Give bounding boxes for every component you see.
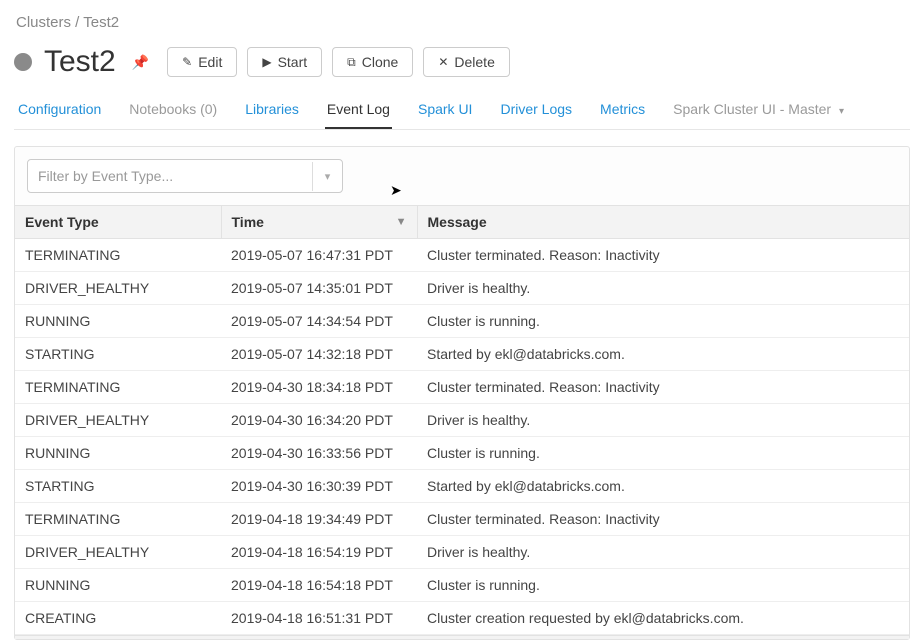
pin-icon[interactable]: 📌 bbox=[132, 54, 149, 71]
filter-bar: ▾ bbox=[15, 147, 909, 205]
tab-metrics[interactable]: Metrics bbox=[598, 93, 647, 129]
table-row[interactable]: STARTING2019-04-30 16:30:39 PDTStarted b… bbox=[15, 470, 909, 503]
tab-event-log[interactable]: Event Log bbox=[325, 93, 392, 129]
tab-spark-cluster-ui-label: Spark Cluster UI - Master bbox=[673, 101, 831, 117]
start-button[interactable]: ▶ Start bbox=[247, 47, 322, 77]
cell-message: Driver is healthy. bbox=[417, 404, 909, 437]
cell-type: STARTING bbox=[15, 338, 221, 371]
table-header-row: Event Type Time ▼ Message bbox=[15, 206, 909, 239]
cell-message: Driver is healthy. bbox=[417, 536, 909, 569]
cell-message: Cluster terminated. Reason: Inactivity bbox=[417, 239, 909, 272]
col-time[interactable]: Time ▼ bbox=[221, 206, 417, 239]
table-row[interactable]: RUNNING2019-05-07 14:34:54 PDTCluster is… bbox=[15, 305, 909, 338]
tab-spark-ui[interactable]: Spark UI bbox=[416, 93, 474, 129]
x-icon: ✕ bbox=[438, 55, 448, 69]
table-row[interactable]: DRIVER_HEALTHY2019-04-30 16:34:20 PDTDri… bbox=[15, 404, 909, 437]
cell-time: 2019-04-18 16:54:18 PDT bbox=[221, 569, 417, 602]
start-button-label: Start bbox=[278, 54, 308, 70]
delete-button[interactable]: ✕ Delete bbox=[423, 47, 510, 77]
cell-message: Driver is healthy. bbox=[417, 272, 909, 305]
table-row[interactable]: TERMINATING2019-04-18 19:34:49 PDTCluste… bbox=[15, 503, 909, 536]
tab-driver-logs[interactable]: Driver Logs bbox=[498, 93, 574, 129]
table-row[interactable]: DRIVER_HEALTHY2019-05-07 14:35:01 PDTDri… bbox=[15, 272, 909, 305]
cell-time: 2019-04-18 19:34:49 PDT bbox=[221, 503, 417, 536]
cell-type: CREATING bbox=[15, 602, 221, 635]
cluster-tabs: Configuration Notebooks (0) Libraries Ev… bbox=[14, 93, 910, 130]
cell-type: RUNNING bbox=[15, 569, 221, 602]
cell-time: 2019-04-30 16:30:39 PDT bbox=[221, 470, 417, 503]
cell-message: Cluster terminated. Reason: Inactivity bbox=[417, 503, 909, 536]
clone-icon: ⧉ bbox=[347, 55, 356, 70]
clone-button-label: Clone bbox=[362, 54, 399, 70]
table-row[interactable]: STARTING2019-05-07 14:32:18 PDTStarted b… bbox=[15, 338, 909, 371]
cell-message: Started by ekl@databricks.com. bbox=[417, 470, 909, 503]
tab-configuration[interactable]: Configuration bbox=[16, 93, 103, 129]
cell-type: TERMINATING bbox=[15, 503, 221, 536]
cell-time: 2019-04-30 16:34:20 PDT bbox=[221, 404, 417, 437]
table-row[interactable]: TERMINATING2019-04-30 18:34:18 PDTCluste… bbox=[15, 371, 909, 404]
tab-libraries[interactable]: Libraries bbox=[243, 93, 301, 129]
filter-event-type-select[interactable]: ▾ bbox=[27, 159, 343, 193]
cell-message: Cluster terminated. Reason: Inactivity bbox=[417, 371, 909, 404]
cell-type: STARTING bbox=[15, 470, 221, 503]
breadcrumb-sep: / bbox=[71, 14, 83, 31]
edit-button[interactable]: ✎ Edit bbox=[167, 47, 237, 77]
table-footer-strip bbox=[15, 635, 909, 639]
table-row[interactable]: RUNNING2019-04-18 16:54:18 PDTCluster is… bbox=[15, 569, 909, 602]
cell-message: Cluster is running. bbox=[417, 305, 909, 338]
cell-message: Cluster creation requested by ekl@databr… bbox=[417, 602, 909, 635]
cell-type: DRIVER_HEALTHY bbox=[15, 272, 221, 305]
table-row[interactable]: RUNNING2019-04-30 16:33:56 PDTCluster is… bbox=[15, 437, 909, 470]
col-event-type[interactable]: Event Type bbox=[15, 206, 221, 239]
event-log-panel: ▾ Event Type Time ▼ Message TERMINATING2… bbox=[14, 146, 910, 640]
table-row[interactable]: TERMINATING2019-05-07 16:47:31 PDTCluste… bbox=[15, 239, 909, 272]
cell-time: 2019-04-18 16:51:31 PDT bbox=[221, 602, 417, 635]
breadcrumb-root-link[interactable]: Clusters bbox=[16, 14, 71, 31]
title-row: Test2 📌 ✎ Edit ▶ Start ⧉ Clone ✕ Delete bbox=[14, 45, 910, 79]
cell-time: 2019-05-07 14:34:54 PDT bbox=[221, 305, 417, 338]
cell-message: Cluster is running. bbox=[417, 569, 909, 602]
filter-event-type-input[interactable] bbox=[28, 160, 312, 192]
cell-type: RUNNING bbox=[15, 437, 221, 470]
tab-notebooks[interactable]: Notebooks (0) bbox=[127, 93, 219, 129]
play-icon: ▶ bbox=[262, 55, 271, 69]
col-message[interactable]: Message bbox=[417, 206, 909, 239]
cell-message: Started by ekl@databricks.com. bbox=[417, 338, 909, 371]
breadcrumb: Clusters / Test2 bbox=[16, 14, 910, 31]
cell-type: TERMINATING bbox=[15, 239, 221, 272]
sort-desc-icon: ▼ bbox=[396, 216, 407, 228]
col-time-label: Time bbox=[232, 214, 264, 230]
cluster-name: Test2 bbox=[44, 45, 116, 79]
breadcrumb-current: Test2 bbox=[83, 14, 119, 31]
chevron-down-icon: ▾ bbox=[839, 106, 844, 117]
table-row[interactable]: DRIVER_HEALTHY2019-04-18 16:54:19 PDTDri… bbox=[15, 536, 909, 569]
clone-button[interactable]: ⧉ Clone bbox=[332, 47, 413, 77]
cell-type: DRIVER_HEALTHY bbox=[15, 404, 221, 437]
cell-time: 2019-04-18 16:54:19 PDT bbox=[221, 536, 417, 569]
cell-type: RUNNING bbox=[15, 305, 221, 338]
delete-button-label: Delete bbox=[454, 54, 494, 70]
events-table: Event Type Time ▼ Message TERMINATING201… bbox=[15, 205, 909, 635]
cell-type: DRIVER_HEALTHY bbox=[15, 536, 221, 569]
cell-time: 2019-04-30 18:34:18 PDT bbox=[221, 371, 417, 404]
cell-time: 2019-05-07 14:35:01 PDT bbox=[221, 272, 417, 305]
tab-spark-cluster-ui[interactable]: Spark Cluster UI - Master ▾ bbox=[671, 93, 846, 129]
cell-time: 2019-05-07 14:32:18 PDT bbox=[221, 338, 417, 371]
cell-time: 2019-04-30 16:33:56 PDT bbox=[221, 437, 417, 470]
pencil-icon: ✎ bbox=[182, 55, 192, 69]
cluster-status-dot-icon bbox=[14, 53, 32, 71]
chevron-down-icon[interactable]: ▾ bbox=[312, 162, 342, 191]
cell-time: 2019-05-07 16:47:31 PDT bbox=[221, 239, 417, 272]
edit-button-label: Edit bbox=[198, 54, 222, 70]
table-row[interactable]: CREATING2019-04-18 16:51:31 PDTCluster c… bbox=[15, 602, 909, 635]
cell-message: Cluster is running. bbox=[417, 437, 909, 470]
cell-type: TERMINATING bbox=[15, 371, 221, 404]
